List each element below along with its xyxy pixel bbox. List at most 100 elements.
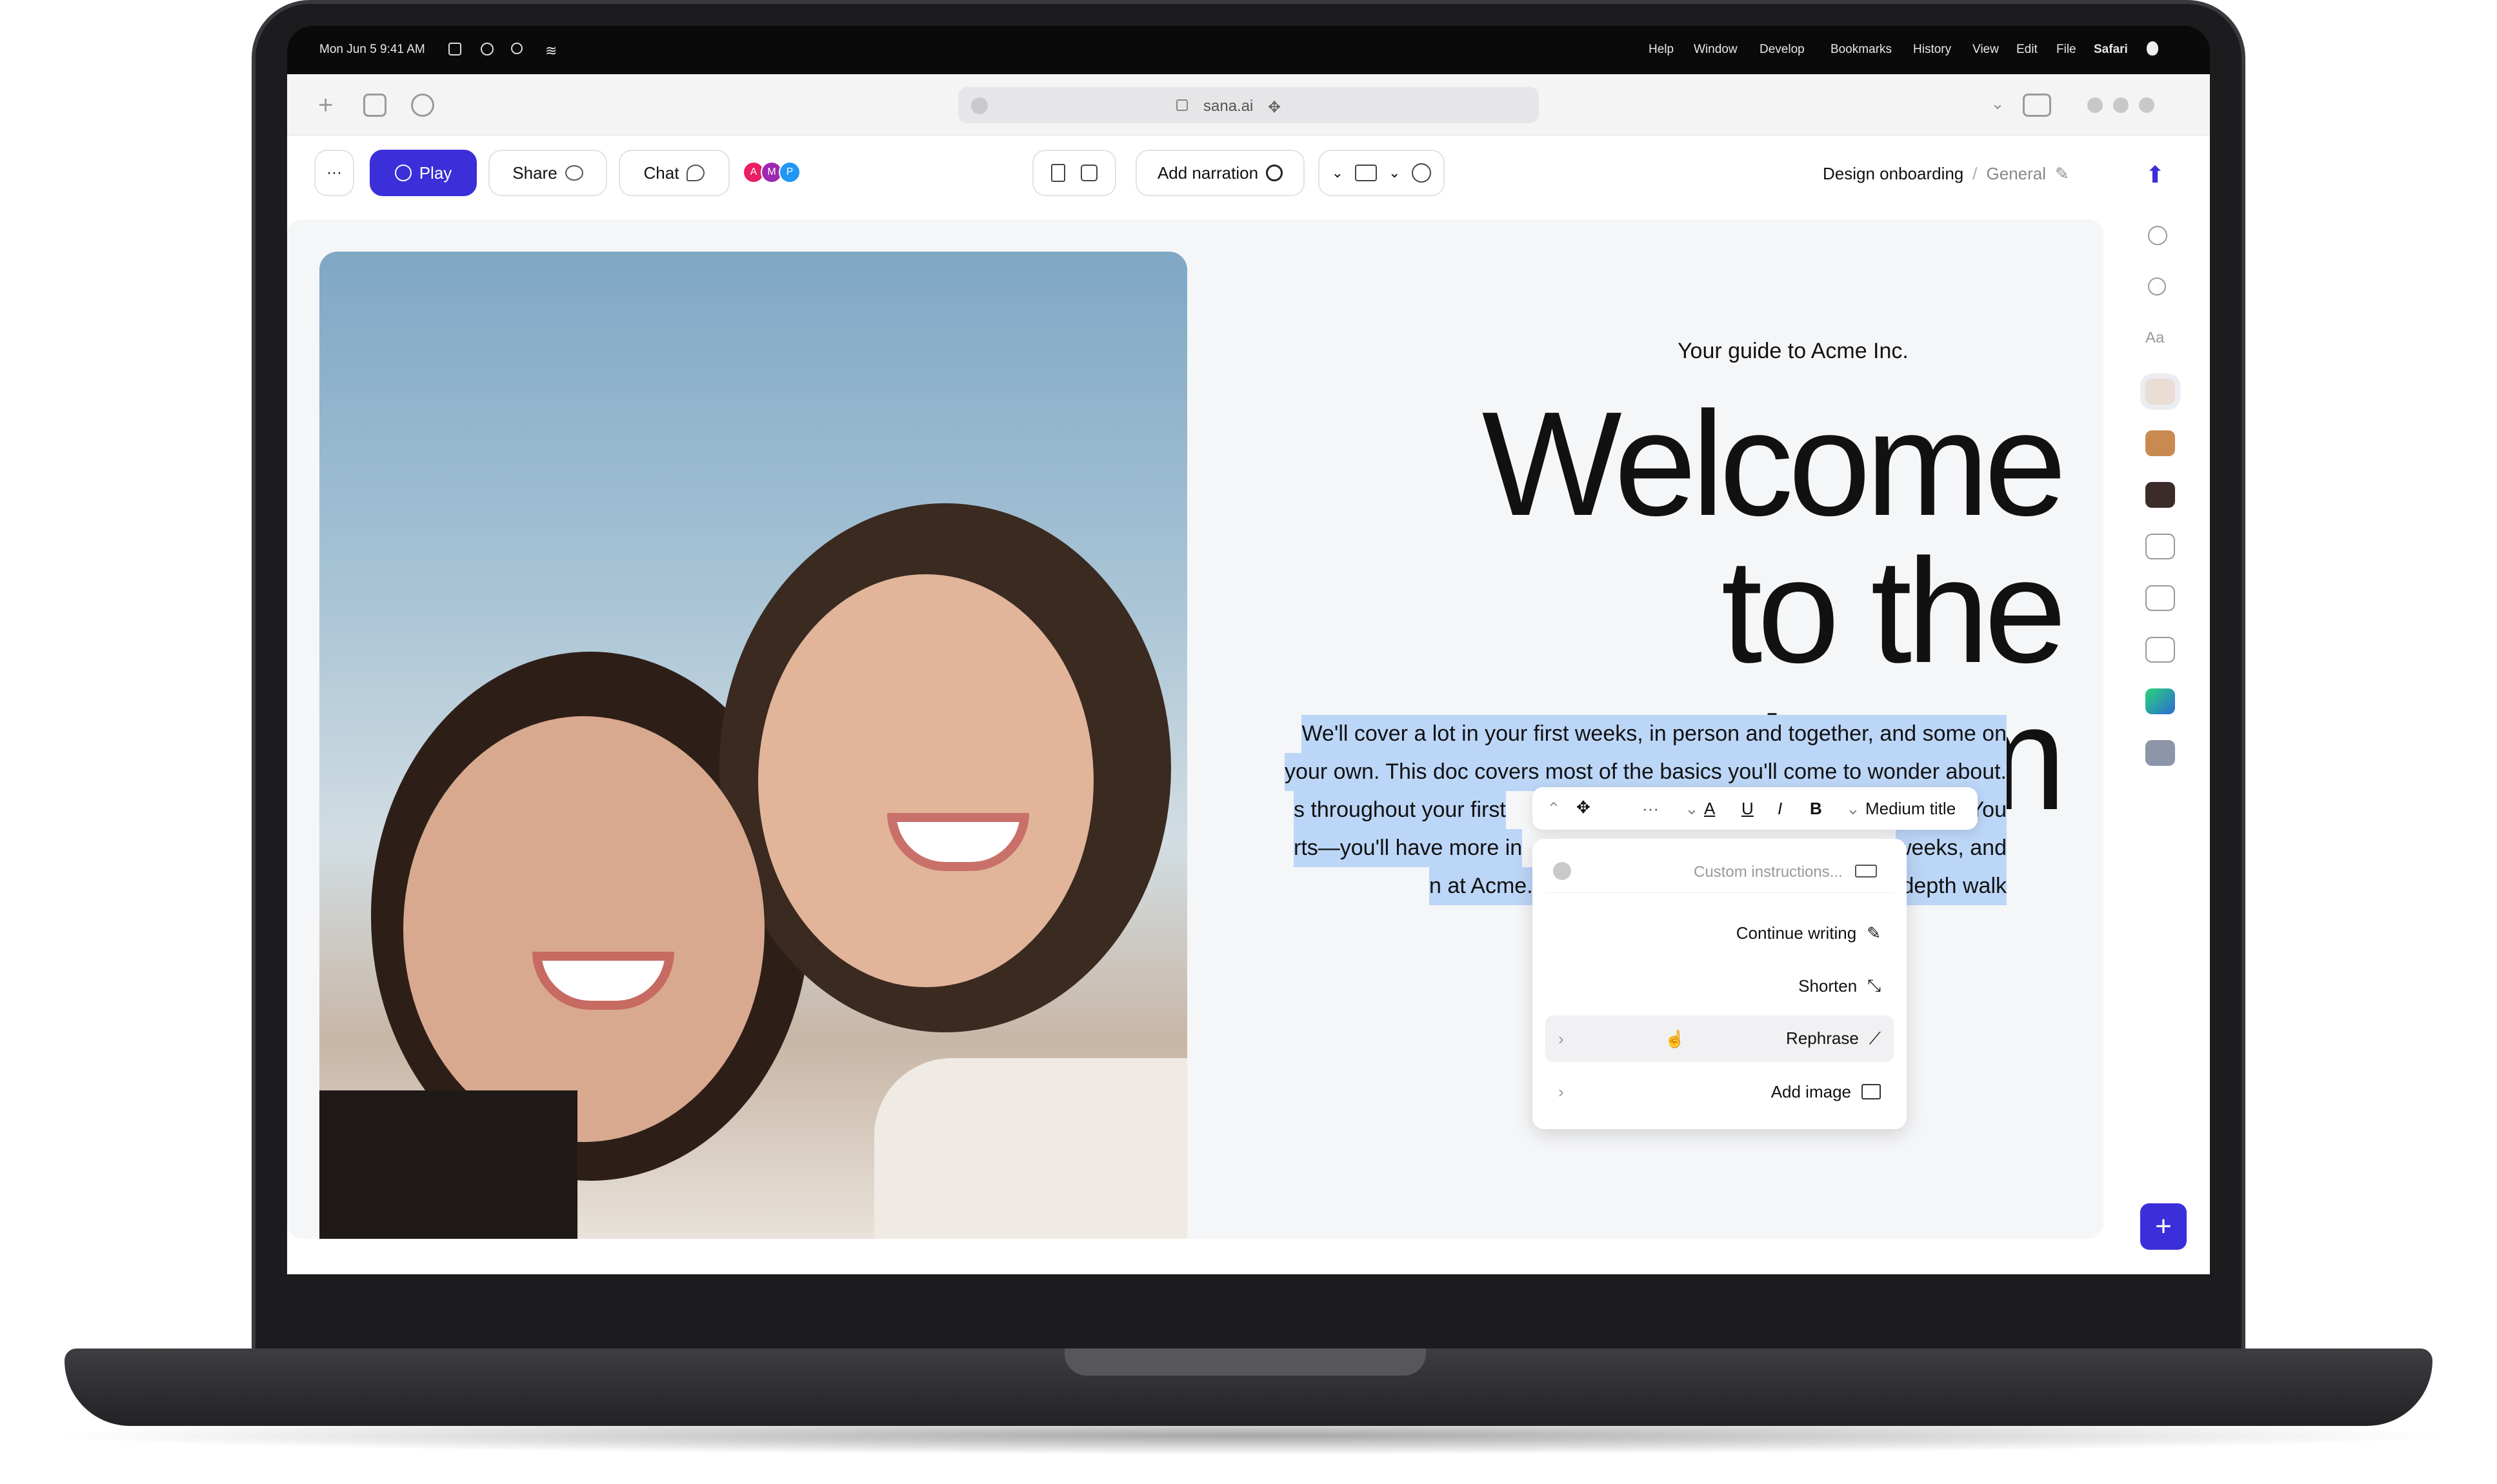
apple-icon[interactable] <box>2147 41 2158 55</box>
custom-instructions-placeholder: Custom instructions... <box>1694 863 1843 881</box>
edit-icon[interactable]: ✎ <box>2055 164 2069 184</box>
more-format-button[interactable]: ··· <box>1642 799 1659 819</box>
address-bar[interactable]: sana.ai ✥ <box>958 87 1539 123</box>
thumbnail-layout-icon[interactable] <box>2145 637 2175 663</box>
format-toolbar: ⌃ ✥ ··· ⌄ A U I B ⌄ Medium title <box>1532 787 1978 830</box>
chevron-down-icon[interactable]: ⌄ <box>1332 165 1343 181</box>
browser-window: + sana.ai ✥ ⌄ ··· Play Share Chat A M P … <box>287 74 2210 1274</box>
laptop-notch <box>1065 1349 1426 1376</box>
underline-button[interactable]: U <box>1741 799 1754 819</box>
text-style-select[interactable]: Medium title <box>1865 799 1956 819</box>
wifi-icon[interactable]: ≋ <box>545 43 557 59</box>
menu-item-rephrase[interactable]: › ☝ Rephrase ⟋ <box>1545 1016 1894 1062</box>
custom-instructions-field[interactable]: Custom instructions... <box>1545 848 1894 893</box>
laptop-screen: Mon Jun 5 9:41 AM ≋ Help Window Develop … <box>287 26 2210 1274</box>
chevron-down-icon[interactable]: ⌄ <box>1685 799 1699 819</box>
slide: Your guide to Acme Inc. Welcome to the t… <box>287 219 2103 1239</box>
bold-button[interactable]: B <box>1810 799 1822 819</box>
control-center-icon[interactable] <box>448 43 461 55</box>
palette-icon[interactable] <box>1412 163 1432 183</box>
trash-icon[interactable] <box>1051 164 1065 182</box>
spotlight-icon[interactable] <box>511 43 523 54</box>
downloads-icon[interactable] <box>411 94 434 117</box>
hero-photo[interactable] <box>319 252 1187 1239</box>
thumbnail-layout-icon[interactable] <box>2145 585 2175 611</box>
menu-item-shorten[interactable]: Shorten ⤡ <box>1545 963 1894 1009</box>
menu-history[interactable]: History <box>1913 43 1951 57</box>
record-icon <box>1266 165 1283 181</box>
forward-icon[interactable] <box>2148 226 2167 245</box>
typography-icon[interactable]: Aa <box>2145 329 2164 347</box>
keyboard-icon <box>1855 865 1877 877</box>
menu-bar: Mon Jun 5 9:41 AM ≋ Help Window Develop … <box>287 26 2210 74</box>
menu-view[interactable]: View <box>1972 43 1999 57</box>
share-button[interactable]: Share <box>488 150 607 196</box>
menu-item-continue-writing[interactable]: Continue writing ✎ <box>1545 910 1894 956</box>
window-control-close[interactable] <box>2139 97 2154 113</box>
body-line: We'll cover a lot in your first weeks, i… <box>1301 715 2007 753</box>
face-left <box>403 716 765 1142</box>
menu-item-label: Continue writing <box>1736 923 1857 943</box>
play-label: Play <box>419 163 452 183</box>
menu-help[interactable]: Help <box>1649 43 1674 57</box>
text-color-button[interactable]: A <box>1704 799 1715 819</box>
search-icon[interactable] <box>2148 277 2166 296</box>
user-icon[interactable] <box>481 43 494 55</box>
body-line: depth walk <box>1901 867 2007 905</box>
image-icon <box>1861 1084 1881 1099</box>
page-menu-icon[interactable] <box>971 97 988 114</box>
menu-window[interactable]: Window <box>1694 43 1738 57</box>
chevron-up-icon[interactable]: ⌃ <box>1547 799 1561 819</box>
thumbnail-photo-icon[interactable] <box>2145 482 2175 508</box>
extension-icon[interactable]: ✥ <box>1268 98 1281 117</box>
thumbnail-layout-icon[interactable] <box>2145 534 2175 559</box>
sidebar-toggle-icon[interactable] <box>2023 94 2051 117</box>
thumbnail-gradient-icon[interactable] <box>2145 688 2175 714</box>
body-line: your own. This doc covers most of the ba… <box>1285 753 2007 791</box>
thumbnail-photo-icon[interactable] <box>2145 430 2175 456</box>
menu-file[interactable]: File <box>2056 43 2076 57</box>
breadcrumb-parent[interactable]: General <box>1987 164 2047 184</box>
layout-icon[interactable] <box>1355 165 1377 181</box>
submit-icon[interactable] <box>1553 862 1571 880</box>
play-button[interactable]: Play <box>370 150 477 196</box>
add-slide-button[interactable]: + <box>2140 1203 2187 1250</box>
add-narration-button[interactable]: Add narration <box>1136 150 1305 196</box>
chevron-down-icon[interactable]: ⌄ <box>1846 799 1860 819</box>
menu-edit[interactable]: Edit <box>2016 43 2038 57</box>
thumbnail-photo-icon[interactable] <box>2145 379 2175 405</box>
menu-safari[interactable]: Safari <box>2094 43 2128 57</box>
menu-develop[interactable]: Develop <box>1760 43 1805 57</box>
body-line: n at Acme. <box>1429 867 1533 905</box>
layout-theme-group: ⌄ ⌄ <box>1318 150 1445 196</box>
new-tab-icon[interactable]: + <box>318 91 333 120</box>
ai-actions-menu: Custom instructions... Continue writing … <box>1532 839 1907 1129</box>
chevron-down-icon[interactable]: ⌄ <box>1389 165 1400 181</box>
body-line: s throughout your first <box>1294 791 1506 829</box>
duplicate-icon[interactable] <box>1081 165 1098 181</box>
breadcrumb-current[interactable]: Design onboarding <box>1823 164 1963 184</box>
add-narration-label: Add narration <box>1157 163 1259 183</box>
thumbnail-photo-icon[interactable] <box>2145 740 2175 766</box>
menu-item-add-image[interactable]: › Add image <box>1545 1068 1894 1115</box>
chat-button[interactable]: Chat <box>619 150 730 196</box>
collaborator-avatars[interactable]: A M P <box>743 161 801 183</box>
italic-button[interactable]: I <box>1778 799 1782 819</box>
window-control-zoom[interactable] <box>2087 97 2103 113</box>
slide-canvas: Your guide to Acme Inc. Welcome to the t… <box>287 213 2210 1274</box>
sweater <box>874 1058 1187 1239</box>
menu-item-label: Rephrase <box>1786 1028 1859 1048</box>
share-sheet-icon[interactable] <box>363 94 386 117</box>
slide-title-line1: Welcome <box>1481 381 2067 546</box>
tab-overview-chevron-icon[interactable]: ⌄ <box>1991 94 2005 114</box>
more-button[interactable]: ··· <box>314 150 354 196</box>
menu-bookmarks[interactable]: Bookmarks <box>1830 43 1892 57</box>
slide-eyebrow[interactable]: Your guide to Acme Inc. <box>1678 339 1909 364</box>
chat-label: Chat <box>643 163 679 183</box>
browser-chrome: + sana.ai ✥ ⌄ <box>287 74 2210 135</box>
sana-logo-icon[interactable]: ⬆ <box>2145 161 2165 188</box>
window-control-minimize[interactable] <box>2113 97 2129 113</box>
lock-icon <box>1176 99 1188 111</box>
editor-toolbar: ··· Play Share Chat A M P Add narration … <box>287 135 2210 213</box>
ai-sparkle-icon[interactable]: ✥ <box>1576 797 1590 817</box>
